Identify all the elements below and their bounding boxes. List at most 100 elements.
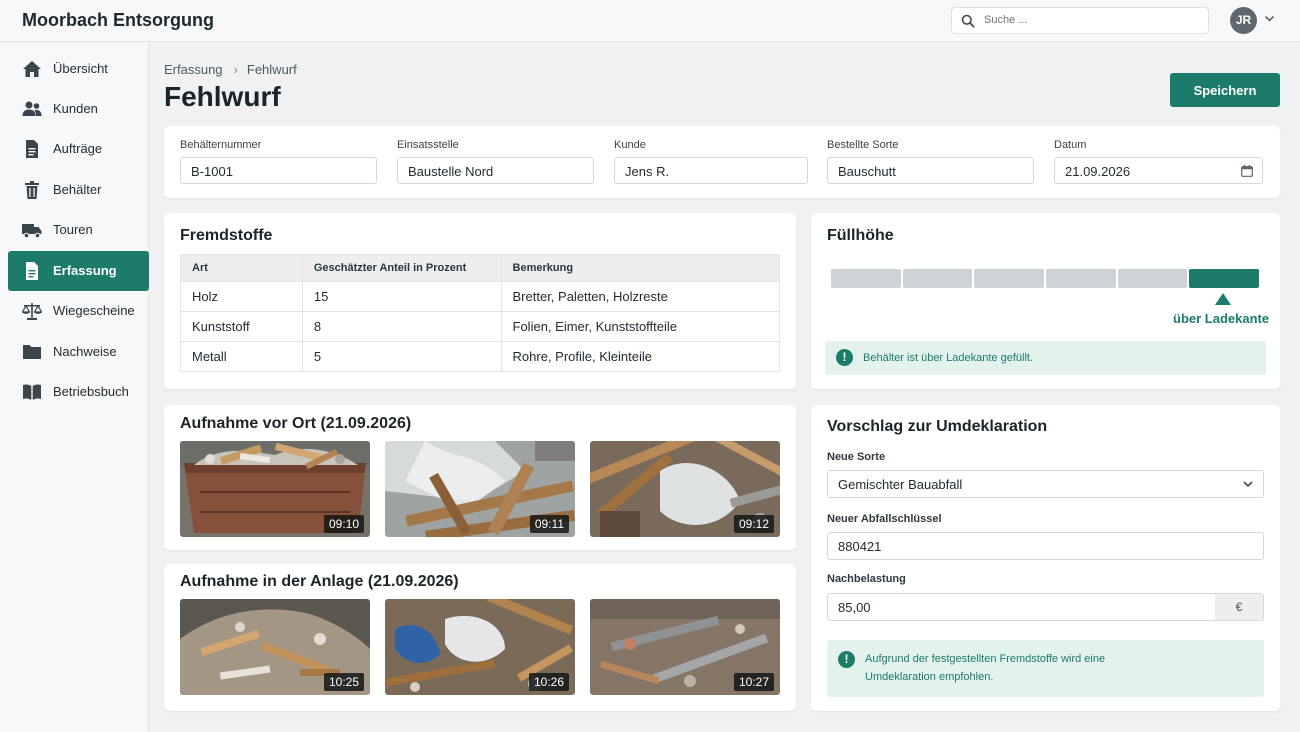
photos-site-title: Aufnahme vor Ort (21.09.2026): [180, 415, 412, 432]
sidebar-item-label: Übersicht: [53, 61, 108, 76]
sidebar-item-label: Aufträge: [53, 141, 103, 156]
column-header-type: Art: [180, 254, 303, 282]
table-row[interactable]: Metall 5 Rohre, Profile, Kleinteile: [180, 341, 781, 372]
photo-timestamp: 09:12: [733, 515, 774, 533]
plant-photo-3[interactable]: 10:27: [590, 599, 780, 695]
fill-level-segment: [1189, 269, 1259, 288]
reclassification-card: Vorschlag zur Umdeklaration Neue Sorte G…: [811, 405, 1280, 711]
sidebar-item-wiegescheine[interactable]: Wiegescheine: [8, 291, 149, 331]
date-label: Datum: [1054, 139, 1087, 151]
search-input[interactable]: Suche ...: [951, 7, 1209, 34]
sidebar-item-uebersicht[interactable]: Übersicht: [8, 49, 149, 89]
new-sort-value: Gemischter Bauabfall: [838, 477, 963, 492]
plant-photo-1[interactable]: 10:25: [180, 599, 370, 695]
sidebar-item-betriebsbuch[interactable]: Betriebsbuch: [8, 372, 149, 412]
table-row[interactable]: Holz 15 Bretter, Paletten, Holzreste: [180, 281, 781, 312]
sidebar-item-label: Wiegescheine: [53, 303, 135, 318]
fill-level-alert: ! Behälter ist über Ladekante gefüllt.: [825, 341, 1266, 375]
fill-level-segment: [831, 269, 901, 288]
site-photo-2[interactable]: 09:11: [385, 441, 575, 537]
reclassification-alert-text: Aufgrund der festgestellten Fremdstoffe …: [865, 653, 1106, 683]
surcharge-field[interactable]: 85,00: [827, 593, 1216, 621]
folder-icon: [23, 345, 41, 359]
site-field[interactable]: Baustelle Nord: [397, 157, 594, 184]
cell-share: 5: [301, 341, 502, 372]
top-bar: Moorbach Entsorgung Suche ... JR: [0, 0, 1300, 42]
sidebar-item-label: Betriebsbuch: [53, 384, 129, 399]
sidebar-item-label: Behälter: [53, 182, 102, 197]
search-icon: [961, 14, 975, 28]
sidebar-item-label: Touren: [53, 222, 93, 237]
app-title: Moorbach Entsorgung: [22, 10, 214, 30]
photo-timestamp: 10:25: [323, 673, 364, 691]
form-icon: [26, 262, 38, 280]
date-field[interactable]: 21.09.2026: [1054, 157, 1263, 184]
photos-plant-card: Aufnahme in der Anlage (21.09.2026) 10:2…: [164, 564, 796, 711]
waste-key-label: Neuer Abfallschlüssel: [827, 513, 942, 525]
breadcrumb: Erfassung › Fehlwurf: [164, 62, 297, 77]
sidebar-item-touren[interactable]: Touren: [8, 210, 149, 250]
photos-site-card: Aufnahme vor Ort (21.09.2026) 09:10 09:1…: [164, 405, 796, 550]
sidebar: Übersicht Kunden Aufträge Behälter Toure…: [0, 42, 149, 732]
header-fields-card: Behälternummer B-1001 Einsatsstelle Baus…: [164, 126, 1280, 198]
fill-level-segment: [974, 269, 1044, 288]
fill-level-marker-label: über Ladekante: [1173, 311, 1270, 326]
page-title: Fehlwurf: [164, 81, 281, 112]
sidebar-item-behaelter[interactable]: Behälter: [8, 170, 149, 210]
home-icon: [23, 61, 41, 77]
container-number-field[interactable]: B-1001: [180, 157, 377, 184]
photo-timestamp: 10:27: [733, 673, 774, 691]
save-button[interactable]: Speichern: [1170, 73, 1280, 107]
plant-photo-2[interactable]: 10:26: [385, 599, 575, 695]
fill-level-card: Füllhöhe über Ladekante ! Behälter ist ü…: [811, 213, 1280, 389]
calendar-icon[interactable]: [1241, 165, 1253, 177]
cell-remark: Rohre, Profile, Kleinteile: [500, 341, 781, 372]
ordered-sort-field[interactable]: Bauschutt: [827, 157, 1034, 184]
customer-field[interactable]: Jens R.: [614, 157, 808, 184]
column-header-remark: Bemerkung: [500, 254, 781, 282]
sidebar-item-auftraege[interactable]: Aufträge: [8, 129, 149, 169]
chevron-right-icon: ›: [233, 62, 238, 77]
container-number-label: Behälternummer: [180, 139, 262, 151]
fill-level-title: Füllhöhe: [827, 227, 894, 244]
info-icon: !: [838, 651, 855, 668]
bin-icon: [25, 181, 39, 199]
site-photo-3[interactable]: 09:12: [590, 441, 780, 537]
site-photo-1[interactable]: 09:10: [180, 441, 370, 537]
photos-plant-title: Aufnahme in der Anlage (21.09.2026): [180, 573, 459, 590]
customer-label: Kunde: [614, 139, 646, 151]
sidebar-item-label: Erfassung: [53, 263, 117, 278]
breadcrumb-current: Fehlwurf: [246, 62, 297, 77]
foreign-matter-table: Art Geschätzter Anteil in Prozent Bemerk…: [180, 254, 781, 372]
scale-icon: [22, 303, 42, 320]
fill-level-segment: [902, 269, 973, 288]
chevron-down-icon: [1243, 481, 1253, 488]
breadcrumb-parent[interactable]: Erfassung: [164, 62, 223, 77]
cell-type: Holz: [180, 281, 303, 312]
fill-level-segment: [1117, 269, 1188, 288]
cell-type: Metall: [180, 341, 303, 372]
date-value: 21.09.2026: [1065, 164, 1131, 179]
reclassification-alert: ! Aufgrund der festgestellten Fremdstoff…: [827, 640, 1264, 697]
avatar[interactable]: JR: [1230, 7, 1257, 34]
waste-key-field[interactable]: 880421: [827, 532, 1264, 560]
photo-timestamp: 10:26: [528, 673, 569, 691]
sidebar-item-kunden[interactable]: Kunden: [8, 89, 149, 129]
chevron-down-icon[interactable]: [1264, 15, 1275, 23]
search-placeholder: Suche ...: [984, 14, 1028, 26]
surcharge-label: Nachbelastung: [827, 573, 906, 585]
new-sort-select[interactable]: Gemischter Bauabfall: [827, 470, 1264, 498]
sidebar-item-nachweise[interactable]: Nachweise: [8, 332, 149, 372]
cell-share: 15: [301, 281, 502, 312]
cell-type: Kunststoff: [180, 311, 303, 342]
column-header-share: Geschätzter Anteil in Prozent: [301, 254, 502, 282]
sidebar-item-erfassung[interactable]: Erfassung: [8, 251, 149, 291]
cell-share: 8: [301, 311, 502, 342]
foreign-matter-card: Fremdstoffe Art Geschätzter Anteil in Pr…: [164, 213, 796, 389]
currency-unit: €: [1215, 593, 1264, 621]
ordered-sort-label: Bestellte Sorte: [827, 139, 899, 151]
table-row[interactable]: Kunststoff 8 Folien, Eimer, Kunststoffte…: [180, 311, 781, 342]
sidebar-item-label: Nachweise: [53, 344, 117, 359]
site-label: Einsatsstelle: [397, 139, 459, 151]
fill-level-segment: [1046, 269, 1116, 288]
